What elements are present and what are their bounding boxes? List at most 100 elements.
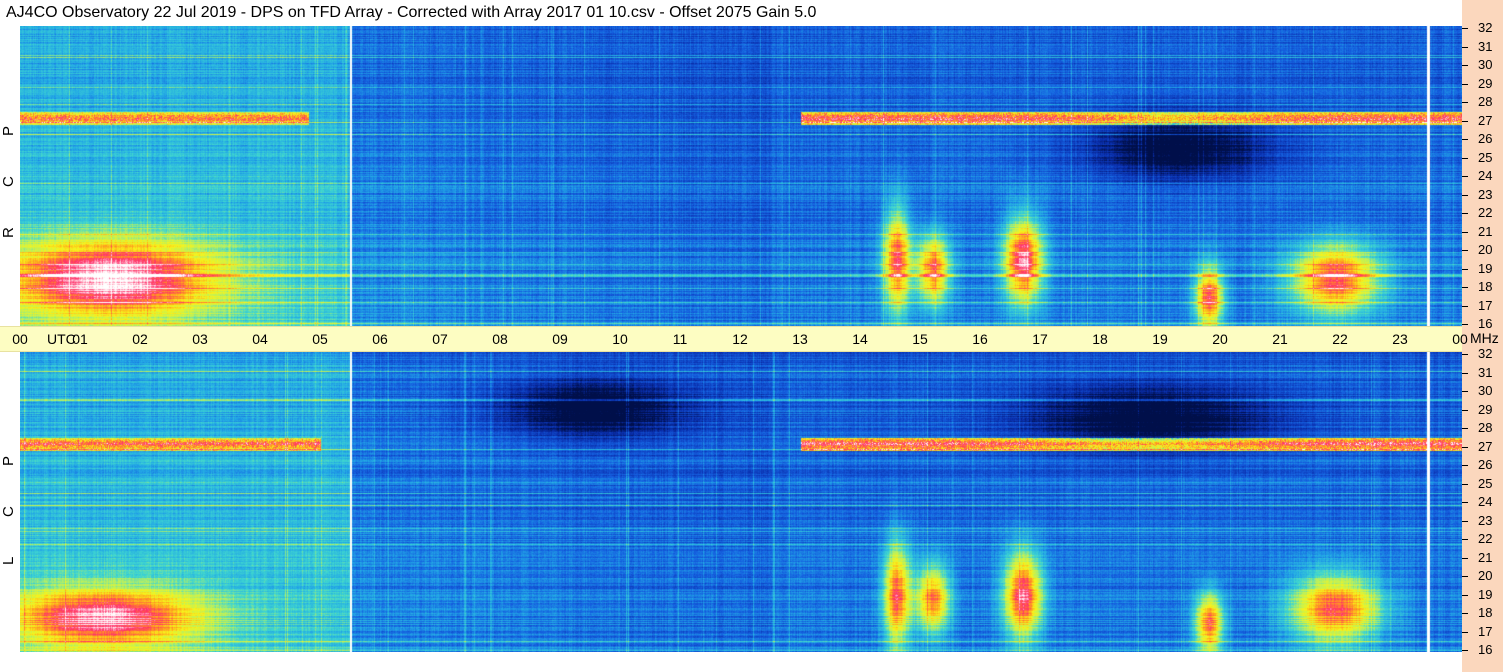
frequency-tick-label: 16	[1478, 316, 1493, 331]
frequency-tick	[1462, 120, 1468, 122]
frequency-tick-label: 21	[1478, 223, 1493, 239]
utc-tick-label: 06	[372, 331, 388, 347]
rcp-label: R C P	[0, 107, 17, 238]
frequency-tick-label: 30	[1478, 57, 1493, 72]
frequency-tick	[1462, 194, 1468, 196]
frequency-tick-label: 24	[1478, 168, 1493, 183]
frequency-tick	[1462, 409, 1468, 411]
frequency-tick	[1462, 157, 1468, 159]
frequency-tick	[1462, 287, 1468, 288]
frequency-tick-label: 19	[1478, 586, 1493, 602]
frequency-tick-label: 25	[1478, 149, 1493, 165]
utc-tick-label: 23	[1392, 331, 1408, 347]
frequency-tick-label: 28	[1478, 94, 1493, 109]
utc-tick-label: 00	[12, 331, 28, 347]
utc-tick-label: 21	[1272, 331, 1288, 347]
utc-tick-label: 13	[792, 331, 808, 347]
frequency-tick	[1462, 557, 1468, 559]
utc-tick-label: 11	[672, 331, 688, 347]
frequency-tick-label: 26	[1478, 131, 1493, 146]
frequency-tick	[1462, 539, 1468, 540]
frequency-tick-label: 16	[1478, 642, 1493, 657]
frequency-tick-label: 17	[1478, 297, 1493, 313]
frequency-tick	[1462, 465, 1468, 466]
frequency-tick-label: 29	[1478, 75, 1493, 91]
frequency-tick-label: 23	[1478, 186, 1493, 202]
frequency-tick-label: 27	[1478, 438, 1493, 454]
frequency-tick-label: 24	[1478, 494, 1493, 509]
frequency-tick-label: 17	[1478, 623, 1493, 639]
frequency-tick-label: 30	[1478, 383, 1493, 398]
utc-tick-label: 16	[972, 331, 988, 347]
frequency-tick-label: 31	[1478, 38, 1493, 54]
utc-tick-label: 09	[552, 331, 568, 347]
frequency-tick	[1462, 305, 1468, 307]
frequency-tick	[1462, 46, 1468, 48]
utc-tick-label: 19	[1152, 331, 1168, 347]
frequency-tick	[1462, 372, 1468, 374]
frequency-tick-label: 27	[1478, 112, 1493, 128]
utc-tick-label: 00	[1452, 331, 1468, 347]
utc-tick-label: 05	[312, 331, 328, 347]
utc-tick-label: 03	[192, 331, 208, 347]
frequency-tick	[1462, 483, 1468, 485]
frequency-tick	[1462, 354, 1468, 355]
utc-tick-label: 04	[252, 331, 268, 347]
frequency-tick-label: 20	[1478, 568, 1493, 583]
utc-tick-label: 22	[1332, 331, 1348, 347]
frequency-tick	[1462, 650, 1468, 651]
utc-tick-label: 10	[612, 331, 628, 347]
frequency-tick	[1462, 594, 1468, 596]
utc-tick-label: 14	[852, 331, 868, 347]
frequency-tick	[1462, 502, 1468, 503]
frequency-tick	[1462, 268, 1468, 270]
frequency-tick	[1462, 102, 1468, 103]
frequency-tick-label: 32	[1478, 20, 1493, 35]
utc-tick-label: 02	[132, 331, 148, 347]
frequency-tick	[1462, 139, 1468, 140]
frequency-tick-label: 29	[1478, 401, 1493, 417]
frequency-tick	[1462, 391, 1468, 392]
frequency-tick-label: 26	[1478, 457, 1493, 472]
frequency-tick-label: 21	[1478, 549, 1493, 565]
frequency-tick	[1462, 324, 1468, 325]
frequency-tick	[1462, 231, 1468, 233]
frequency-tick	[1462, 213, 1468, 214]
utc-tick-label: 17	[1032, 331, 1048, 347]
rcp-spectrogram	[20, 26, 1462, 326]
frequency-tick-label: 28	[1478, 420, 1493, 435]
frequency-tick	[1462, 250, 1468, 251]
rcp-spectrogram-canvas	[20, 26, 1462, 326]
frequency-tick-label: 20	[1478, 242, 1493, 257]
frequency-tick	[1462, 520, 1468, 522]
utc-tick-label: 08	[492, 331, 508, 347]
utc-tick-label: 07	[432, 331, 448, 347]
frequency-tick	[1462, 613, 1468, 614]
frequency-tick-label: 19	[1478, 260, 1493, 276]
utc-time-axis: UTC 00 01 02 03 04 05 06 07 08 09 10 11 12 13 14 15 16 17…	[0, 326, 1468, 352]
frequency-tick	[1462, 446, 1468, 448]
utc-tick-label: 12	[732, 331, 748, 347]
frequency-tick-label: 18	[1478, 279, 1493, 294]
frequency-tick	[1462, 631, 1468, 633]
frequency-tick-label: 22	[1478, 205, 1493, 220]
frequency-tick-label: 22	[1478, 531, 1493, 546]
frequency-tick	[1462, 576, 1468, 577]
frequency-tick-label: 18	[1478, 605, 1493, 620]
lcp-spectrogram-canvas	[20, 352, 1462, 652]
chart-title: AJ4CO Observatory 22 Jul 2019 - DPS on T…	[0, 0, 1462, 26]
frequency-tick	[1462, 65, 1468, 66]
lcp-spectrogram	[20, 352, 1462, 652]
utc-tick-label: 20	[1212, 331, 1228, 347]
utc-tick-label: 15	[912, 331, 928, 347]
utc-tick-label: 18	[1092, 331, 1108, 347]
frequency-tick-label: 23	[1478, 512, 1493, 528]
frequency-tick	[1462, 428, 1468, 429]
frequency-tick	[1462, 28, 1468, 29]
frequency-unit-label: MHz	[1470, 330, 1499, 346]
frequency-tick	[1462, 83, 1468, 85]
utc-tick-label: 01	[72, 331, 88, 347]
frequency-tick-label: 31	[1478, 364, 1493, 380]
frequency-tick-label: 25	[1478, 475, 1493, 491]
frequency-tick-label: 32	[1478, 346, 1493, 361]
